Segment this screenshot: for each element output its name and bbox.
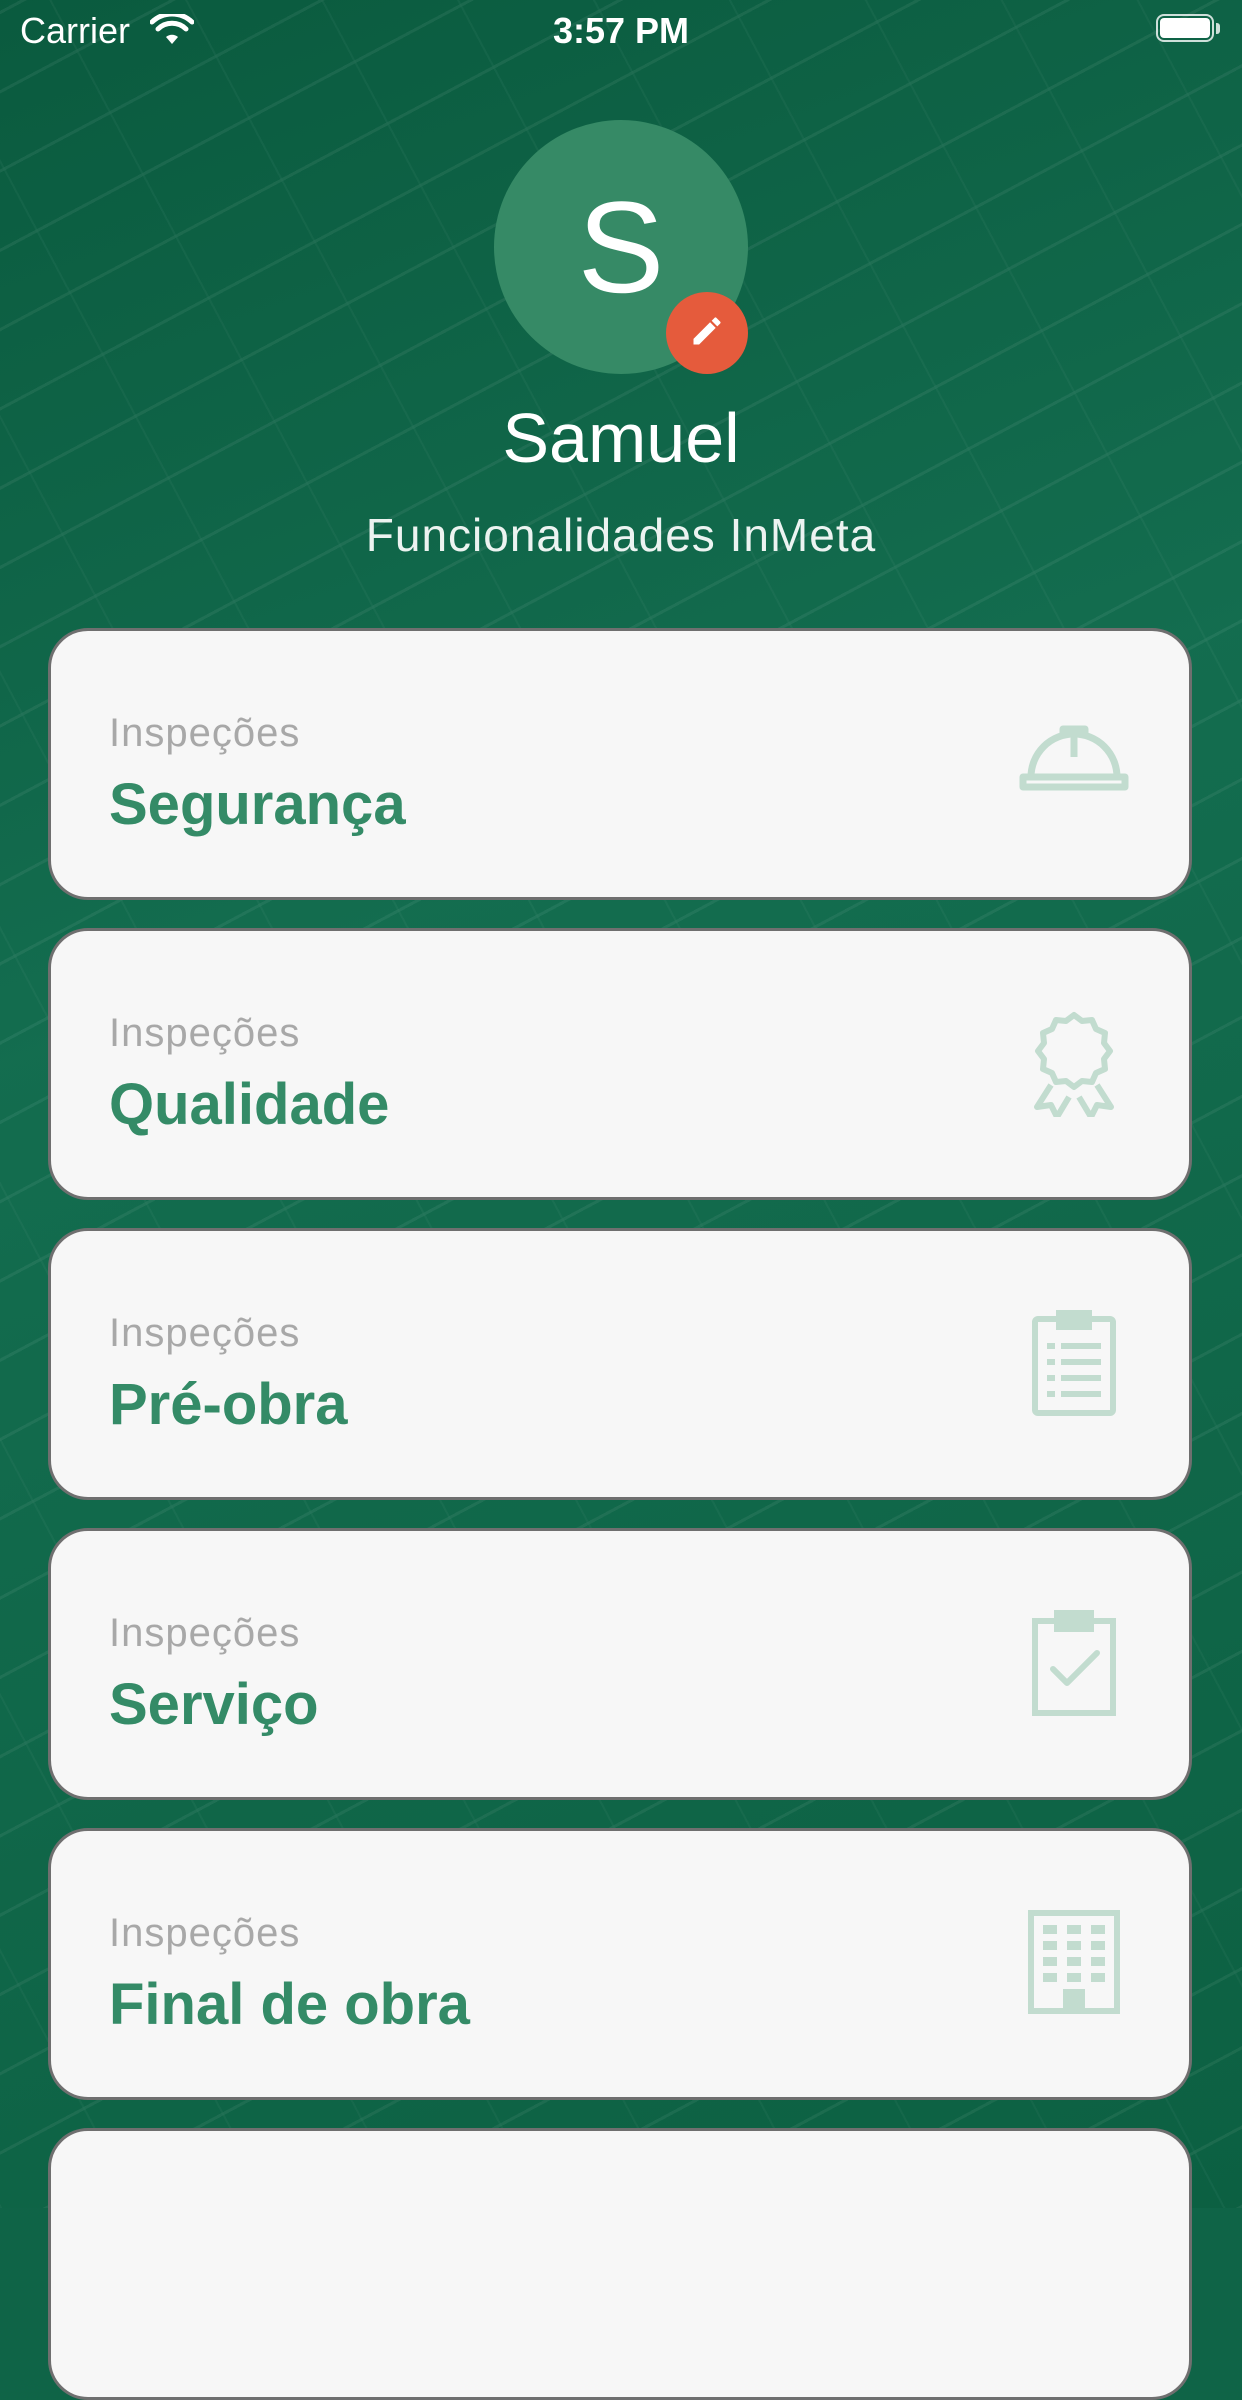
edit-profile-button[interactable]: [666, 292, 748, 374]
clock: 3:57 PM: [552, 10, 690, 51]
status-bar: Carrier 3:57 PM: [0, 0, 1242, 62]
card-kicker: Inspeções: [109, 1311, 301, 1355]
card-kicker: Inspeções: [109, 1611, 301, 1655]
card-pre-obra[interactable]: Inspeções Pré-obra: [48, 1228, 1192, 1500]
card-title: Final de obra: [109, 1972, 470, 2037]
profile-subtitle: Funcionalidades InMeta: [365, 509, 877, 561]
card-kicker: Inspeções: [109, 1011, 301, 1055]
card-servico[interactable]: Inspeções Serviço: [48, 1528, 1192, 1800]
card-qualidade[interactable]: Inspeções Qualidade: [48, 928, 1192, 1200]
clipboard-check-icon: [1019, 1607, 1129, 1717]
card-title: Qualidade: [109, 1072, 390, 1137]
battery-icon: [1156, 14, 1220, 44]
card-kicker: Inspeções: [109, 711, 301, 755]
building-icon: [1019, 1907, 1129, 2017]
card-title: Segurança: [109, 772, 406, 837]
hardhat-icon: [1019, 707, 1129, 817]
card-title: Serviço: [109, 1672, 319, 1737]
card-final-de-obra[interactable]: Inspeções Final de obra: [48, 1828, 1192, 2100]
avatar-initial: S: [577, 174, 665, 320]
card-seguranca[interactable]: Inspeções Segurança: [48, 628, 1192, 900]
card-title: Pré-obra: [109, 1372, 348, 1437]
card-partial[interactable]: [48, 2128, 1192, 2400]
clipboard-list-icon: [1019, 1307, 1129, 1417]
award-icon: [1019, 1007, 1129, 1120]
card-kicker: Inspeções: [109, 1911, 301, 1955]
profile-name: Samuel: [502, 399, 740, 477]
pencil-icon: [689, 313, 725, 354]
